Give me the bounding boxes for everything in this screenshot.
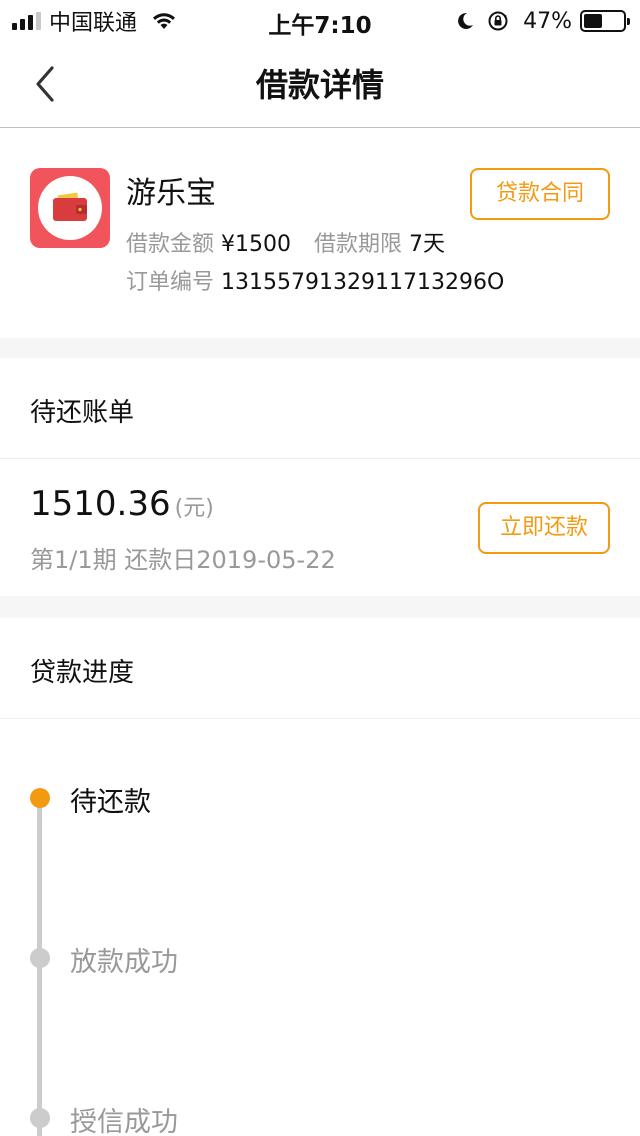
amount-label: 借款金额: [126, 232, 215, 257]
logo-circle: [38, 176, 102, 240]
section-separator: [0, 596, 640, 618]
timeline-step-label: 放款成功: [70, 947, 178, 978]
amount-value: ¥1500: [221, 232, 292, 257]
battery-percent: 47%: [523, 8, 572, 34]
nav-bar: 借款详情: [0, 40, 640, 128]
pending-bill-title: 待还账单: [30, 398, 135, 428]
timeline-dot: [30, 788, 50, 808]
wallet-icon: [53, 192, 87, 221]
bill-amount-unit: (元): [174, 496, 214, 521]
battery-icon: [580, 10, 630, 32]
status-right: 47%: [455, 8, 630, 34]
term-label: 借款期限: [314, 232, 403, 257]
section-separator: [0, 338, 640, 358]
repay-now-button[interactable]: 立即还款: [478, 502, 610, 554]
app-logo: [30, 168, 110, 248]
battery-fill: [584, 14, 602, 28]
app-name: 游乐宝: [126, 176, 216, 211]
timeline-dot: [30, 948, 50, 968]
page-title: 借款详情: [255, 66, 384, 104]
order-value: 1315579132911713296O: [221, 270, 505, 295]
status-bar: 中国联通 上午7:10 47%: [0, 0, 640, 40]
timeline-dot: [30, 1108, 50, 1128]
order-line: 订单编号 1315579132911713296O: [126, 264, 504, 296]
loan-contract-button[interactable]: 贷款合同: [470, 168, 610, 220]
order-label: 订单编号: [126, 270, 215, 295]
bill-amount: 1510.36 (元): [30, 484, 214, 524]
loan-summary-card: 游乐宝 借款金额 ¥1500 借款期限 7天 订单编号 131557913291…: [0, 130, 640, 338]
moon-icon: [458, 12, 474, 29]
timeline-step-label: 授信成功: [70, 1107, 178, 1136]
bill-due-info: 第1/1期 还款日2019-05-22: [30, 546, 336, 574]
loan-progress-title: 贷款进度: [30, 658, 135, 688]
bill-amount-value: 1510.36: [30, 484, 171, 524]
divider: [0, 458, 640, 459]
divider: [0, 718, 640, 719]
timeline-step-label: 待还款: [70, 787, 151, 818]
rotation-lock-icon: [488, 11, 508, 31]
term-value: 7天: [409, 232, 446, 257]
loan-amount-term: 借款金额 ¥1500 借款期限 7天: [126, 226, 445, 258]
